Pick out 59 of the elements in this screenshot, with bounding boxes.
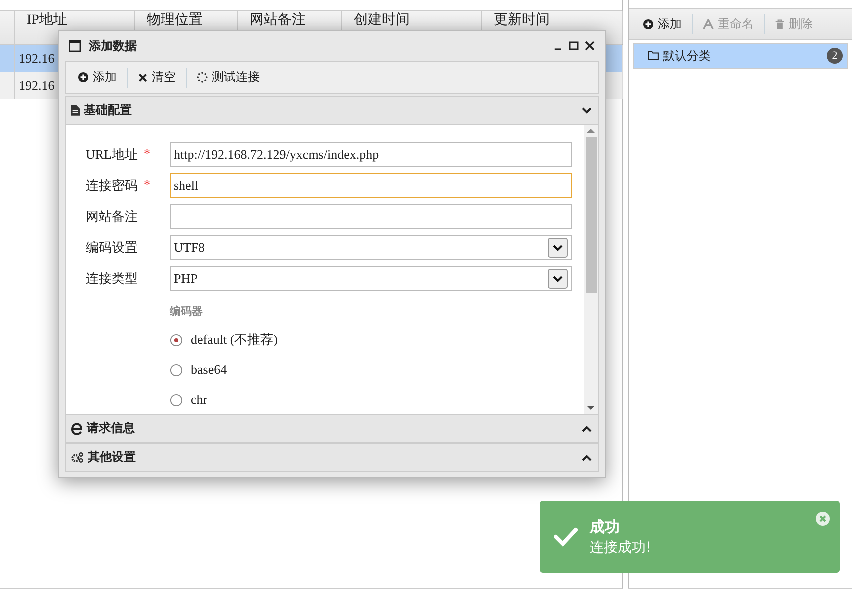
dropdown[interactable]: UTF8 [170,235,572,260]
radio-option[interactable]: chr [170,385,208,414]
required-mark: * [144,146,150,162]
column-header[interactable]: 网站备注 [250,13,306,28]
section-header[interactable]: 请求信息 [65,414,599,443]
document-icon [71,105,80,116]
dropdown[interactable]: PHP [170,266,572,291]
trash-icon [775,18,785,30]
plus-icon [78,72,89,83]
field-label: 连接类型 [86,270,138,288]
chevron-up-icon[interactable] [582,424,592,432]
input-field[interactable]: http://192.168.72.129/yxcms/index.php [170,142,572,167]
scrollbar[interactable] [584,125,598,414]
field-label: 连接密码 [86,176,138,194]
column-header[interactable]: 物理位置 [147,13,203,28]
toolbar-button[interactable]: 添加 [72,66,123,89]
toast-message: 连接成功! [590,538,653,556]
section-header[interactable]: 其他设置 [65,443,599,472]
column-header[interactable]: 更新时间 [494,13,550,28]
field-label: 网站备注 [86,208,138,226]
toolbar-button[interactable]: 清空 [132,66,182,89]
radio-button[interactable] [170,364,183,376]
dialog-title: 添加数据 [89,38,138,54]
toast-title: 成功 [590,518,621,536]
input-field[interactable] [170,204,572,229]
table-cell: 192.16 [19,78,55,93]
window-icon [69,40,81,52]
chevron-down-icon[interactable] [548,238,568,258]
checkmark-icon [554,527,578,547]
category-item[interactable]: 默认分类 2 [633,43,848,69]
close-icon [138,72,148,82]
gears-icon [71,452,84,463]
radio-button[interactable] [170,394,183,406]
plus-icon [643,18,654,30]
close-icon[interactable] [585,41,595,51]
column-header[interactable]: IP地址 [27,13,68,28]
font-icon [703,18,714,30]
chevron-down-icon[interactable] [548,268,568,288]
column-header[interactable]: 创建时间 [354,13,410,28]
group-label: 编码器 [170,304,203,319]
spinner-icon [197,72,208,83]
radio-option[interactable]: default (不推荐) [170,325,278,355]
table-cell: 192.16 [19,51,55,66]
toolbar-button[interactable]: 添加 [637,12,688,36]
chevron-down-icon[interactable] [582,106,592,114]
field-label: URL地址 [86,146,138,164]
input-field[interactable]: shell [170,173,572,198]
maximize-icon[interactable] [569,41,579,51]
field-label: 编码设置 [86,238,138,256]
radio-button[interactable] [170,334,183,346]
toolbar-button[interactable]: 测试连接 [191,66,266,89]
browser-icon [71,422,83,434]
section-header[interactable]: 基础配置 [65,96,599,125]
chevron-up-icon[interactable] [582,454,592,462]
required-mark: * [144,176,150,194]
category-label: 默认分类 [663,48,712,64]
radio-option[interactable]: base64 [170,355,228,385]
folder-icon [648,51,659,61]
count-badge: 2 [827,48,843,64]
